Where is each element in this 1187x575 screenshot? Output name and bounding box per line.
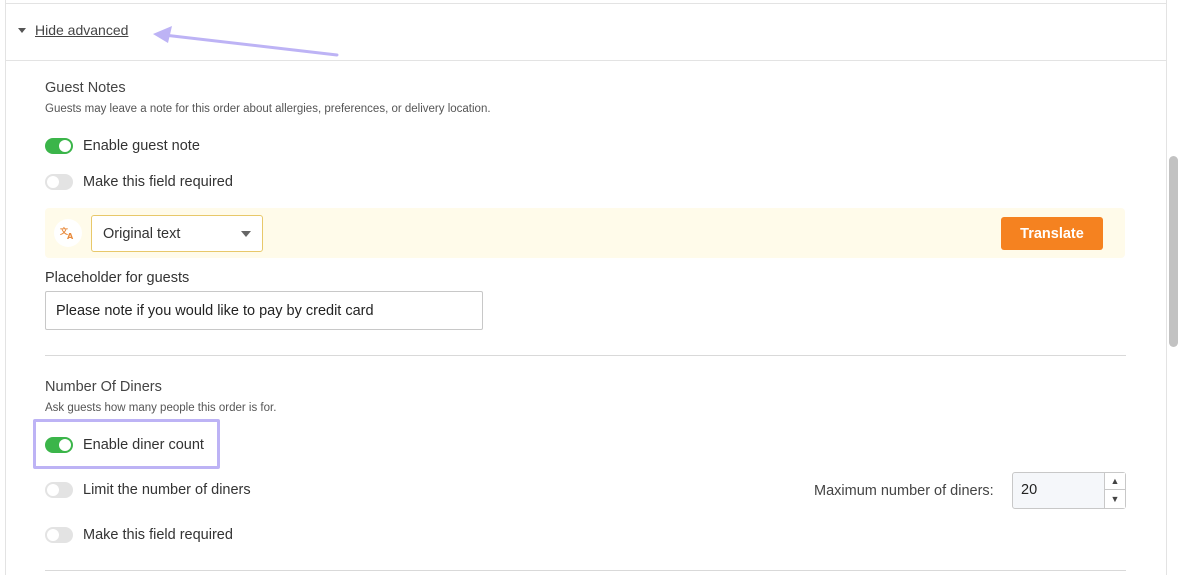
max-diners-stepper[interactable]: 20 ▲ ▼ [1012, 472, 1126, 509]
diners-required-row[interactable]: Make this field required [45, 527, 233, 543]
enable-diner-count-label: Enable diner count [83, 437, 204, 453]
language-select-value: Original text [103, 225, 181, 242]
placeholder-input[interactable] [45, 291, 483, 330]
diners-required-toggle[interactable] [45, 527, 73, 543]
limit-diners-row[interactable]: Limit the number of diners [45, 482, 251, 498]
enable-diner-count-row[interactable]: Enable diner count [45, 437, 204, 453]
guest-note-required-toggle[interactable] [45, 174, 73, 190]
section-divider [45, 355, 1126, 356]
chevron-up-icon[interactable]: ▲ [1105, 473, 1125, 490]
advanced-divider [5, 60, 1167, 61]
limit-diners-label: Limit the number of diners [83, 482, 251, 498]
diners-title: Number Of Diners [45, 379, 162, 395]
enable-guest-note-label: Enable guest note [83, 138, 200, 154]
translate-button[interactable]: Translate [1001, 217, 1103, 250]
language-select[interactable]: Original text [91, 215, 263, 252]
limit-diners-toggle[interactable] [45, 482, 73, 498]
diners-required-label: Make this field required [83, 527, 233, 543]
placeholder-label: Placeholder for guests [45, 270, 190, 286]
scrollbar-thumb[interactable] [1169, 156, 1178, 347]
top-divider [5, 3, 1167, 4]
chevron-down-icon [241, 231, 251, 237]
enable-guest-note-row[interactable]: Enable guest note [45, 138, 200, 154]
stepper-controls: ▲ ▼ [1104, 473, 1125, 508]
translate-bar: 文 A Original text Translate [45, 208, 1125, 258]
chevron-down-icon[interactable]: ▼ [1105, 490, 1125, 507]
guest-notes-title: Guest Notes [45, 80, 126, 96]
annotation-arrow-icon [153, 26, 339, 57]
enable-guest-note-toggle[interactable] [45, 138, 73, 154]
translate-icon: 文 A [54, 219, 82, 247]
enable-diner-count-toggle[interactable] [45, 437, 73, 453]
max-diners-label: Maximum number of diners: [814, 483, 994, 499]
guest-notes-description: Guests may leave a note for this order a… [45, 103, 491, 115]
caret-down-icon [18, 28, 26, 33]
hide-advanced-toggle[interactable]: Hide advanced [18, 22, 128, 38]
section-divider [45, 570, 1126, 571]
guest-note-required-label: Make this field required [83, 174, 233, 190]
guest-note-required-row[interactable]: Make this field required [45, 174, 233, 190]
hide-advanced-link[interactable]: Hide advanced [35, 22, 128, 38]
max-diners-value[interactable]: 20 [1021, 482, 1037, 498]
svg-text:A: A [67, 232, 74, 240]
diners-description: Ask guests how many people this order is… [45, 402, 277, 414]
